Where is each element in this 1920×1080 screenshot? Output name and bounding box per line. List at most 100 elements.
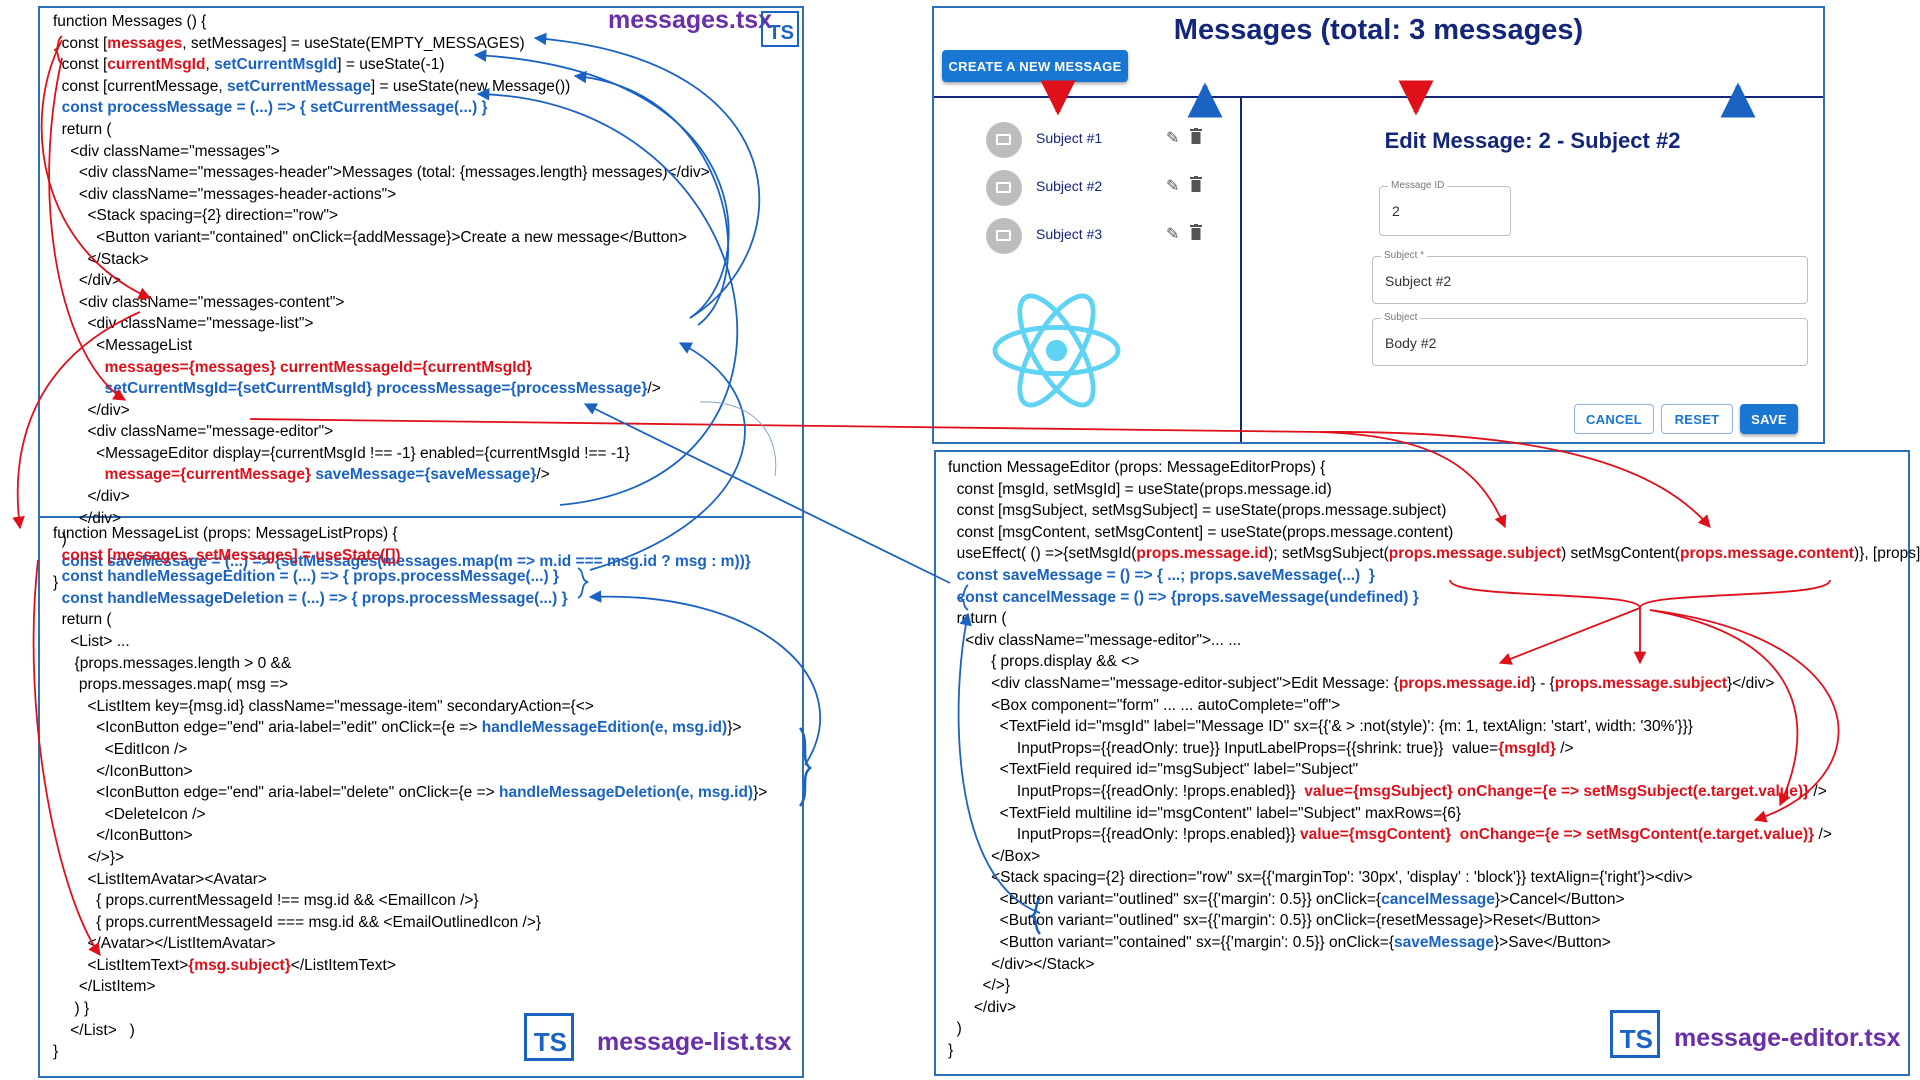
code-token: const [ <box>53 34 108 52</box>
code-token: }> <box>727 719 742 737</box>
code-token: <Button variant="contained" onClick={add… <box>53 228 687 246</box>
code-line: const [messages, setMessages] = useState… <box>53 33 751 55</box>
create-message-button[interactable]: Create a new message <box>942 50 1128 82</box>
code-token: props.message.id <box>1398 674 1531 692</box>
code-token: </List> ) <box>53 1021 135 1039</box>
header-divider <box>934 96 1823 98</box>
code-token: </IconButton> <box>53 762 193 780</box>
code-line: const processMessage = (...) => { setCur… <box>53 97 751 119</box>
code-token: saveMessage <box>1394 934 1494 952</box>
code-line: </div> <box>948 997 1920 1019</box>
code-token: /> <box>536 466 550 484</box>
code-token: <Box component="form" ... ... autoComple… <box>948 696 1341 714</box>
code-token: <List> ... <box>53 632 130 650</box>
code-token: const saveMessage = () => { ...; props.s… <box>948 566 1375 584</box>
code-line: { props.display && <> <box>948 651 1920 673</box>
list-item[interactable]: Subject #1 ✎ <box>986 122 1216 158</box>
code-line: const saveMessage = () => { ...; props.s… <box>948 565 1920 587</box>
code-line: messages={messages} currentMessageId={cu… <box>53 357 751 379</box>
code-line: InputProps={{readOnly: !props.enabled}} … <box>948 781 1920 803</box>
code-token: <div className="messages"> <box>53 142 280 160</box>
code-token: props.messages.map( msg => <box>53 676 289 694</box>
code-line: const [currentMessage, setCurrentMessage… <box>53 76 751 98</box>
code-line: <DeleteIcon /> <box>53 804 767 826</box>
code-token: </div> <box>53 401 130 419</box>
code-line: <MessageEditor display={currentMsgId !==… <box>53 443 751 465</box>
code-token: return ( <box>53 611 112 629</box>
edit-icon[interactable]: ✎ <box>1166 176 1179 196</box>
code-token: const handleMessageDeletion = (...) => {… <box>53 589 568 607</box>
message-id-value: 2 <box>1392 203 1400 219</box>
edit-icon[interactable]: ✎ <box>1166 224 1179 244</box>
list-item[interactable]: Subject #2 ✎ <box>986 170 1216 206</box>
code-line: return ( <box>53 609 767 631</box>
code-token: ] = useState(new Message()) <box>370 77 571 95</box>
delete-icon[interactable] <box>1190 224 1202 240</box>
content-value: Body #2 <box>1385 335 1437 351</box>
code-token: <TextField required id="msgSubject" labe… <box>948 761 1359 779</box>
code-token: const cancelMessage = () => {props.saveM… <box>948 588 1419 606</box>
code-line: <EditIcon /> <box>53 739 767 761</box>
code-token: function MessageList (props: MessageList… <box>53 525 398 542</box>
code-line: <div className="message-list"> <box>53 313 751 335</box>
reset-button[interactable]: Reset <box>1661 404 1733 434</box>
code-line: <div className="message-editor-subject">… <box>948 673 1920 695</box>
message-list-code-block: function MessageList (props: MessageList… <box>53 523 767 1063</box>
code-line: InputProps={{readOnly: true}} InputLabel… <box>948 738 1920 760</box>
subject-field[interactable]: Subject * Subject #2 <box>1372 250 1808 304</box>
delete-icon[interactable] <box>1190 176 1202 192</box>
code-line: <TextField multiline id="msgContent" lab… <box>948 803 1920 825</box>
code-token: <Button variant="contained" sx={{'margin… <box>948 934 1395 952</box>
code-token: { props.currentMessageId !== msg.id && <… <box>53 892 479 910</box>
code-line: } <box>948 1040 1920 1062</box>
code-token: </Stack> <box>53 250 149 268</box>
save-button[interactable]: Save <box>1740 404 1798 434</box>
react-logo-icon <box>992 293 1121 408</box>
code-token: useEffect( () =>{setMsgId( <box>948 545 1137 563</box>
code-token: return ( <box>53 120 112 138</box>
messages-code-block: function Messages () { const [messages, … <box>53 11 751 594</box>
content-field[interactable]: Subject Body #2 <box>1372 312 1808 366</box>
code-line: <Button variant="contained" onClick={add… <box>53 227 751 249</box>
message-subject: Subject #1 <box>1036 130 1103 146</box>
code-line: return ( <box>948 608 1920 630</box>
code-line: useEffect( () =>{setMsgId(props.message.… <box>948 543 1920 565</box>
message-id-field[interactable]: Message ID 2 <box>1379 180 1511 236</box>
code-line: <Box component="form" ... ... autoComple… <box>948 695 1920 717</box>
code-line: <IconButton edge="end" aria-label="delet… <box>53 782 767 804</box>
code-token: function Messages () { <box>53 13 207 30</box>
code-line: </div> <box>53 400 751 422</box>
code-token: props.message.id <box>1136 545 1269 563</box>
code-line: <MessageList <box>53 335 751 357</box>
code-token: const [msgId, setMsgId] = useState(props… <box>948 480 1332 498</box>
code-line: <Stack spacing={2} direction="row"> <box>53 205 751 227</box>
content-label: Subject <box>1381 312 1421 323</box>
list-item[interactable]: Subject #3 ✎ <box>986 218 1216 254</box>
code-line: <div className="messages-header-actions"… <box>53 184 751 206</box>
code-token: <TextField id="msgId" label="Message ID"… <box>948 718 1693 736</box>
typescript-badge-icon: TS <box>761 11 799 47</box>
code-token: { props.currentMessageId === msg.id && <… <box>53 913 542 931</box>
code-token: <div className="message-editor">... ... <box>948 631 1242 649</box>
code-token: props.message.subject <box>1388 545 1562 563</box>
code-line: </IconButton> <box>53 825 767 847</box>
code-token: /> <box>647 380 661 398</box>
code-token: <div className="messages-header-actions"… <box>53 185 397 203</box>
code-line: <Button variant="outlined" sx={{'margin'… <box>948 910 1920 932</box>
code-token: </IconButton> <box>53 827 193 845</box>
edit-icon[interactable]: ✎ <box>1166 128 1179 148</box>
code-line: const [msgSubject, setMsgSubject] = useS… <box>948 500 1920 522</box>
code-token: handleMessageEdition(e, msg.id) <box>481 719 728 737</box>
code-token: value={msgContent} onChange={e => setMsg… <box>1300 826 1815 844</box>
cancel-button[interactable]: Cancel <box>1574 404 1654 434</box>
code-token: const [msgSubject, setMsgSubject] = useS… <box>948 502 1447 520</box>
delete-icon[interactable] <box>1190 128 1202 144</box>
code-token: props.message.content <box>1679 545 1854 563</box>
code-token: }>Cancel</Button> <box>1494 890 1625 908</box>
code-token: const processMessage = (...) => { setCur… <box>53 99 488 117</box>
code-line: <ListItemAvatar><Avatar> <box>53 869 767 891</box>
code-token: /> <box>1814 826 1832 844</box>
code-line: ) <box>948 1018 1920 1040</box>
code-token: } <box>53 1043 59 1061</box>
email-icon <box>986 122 1022 158</box>
